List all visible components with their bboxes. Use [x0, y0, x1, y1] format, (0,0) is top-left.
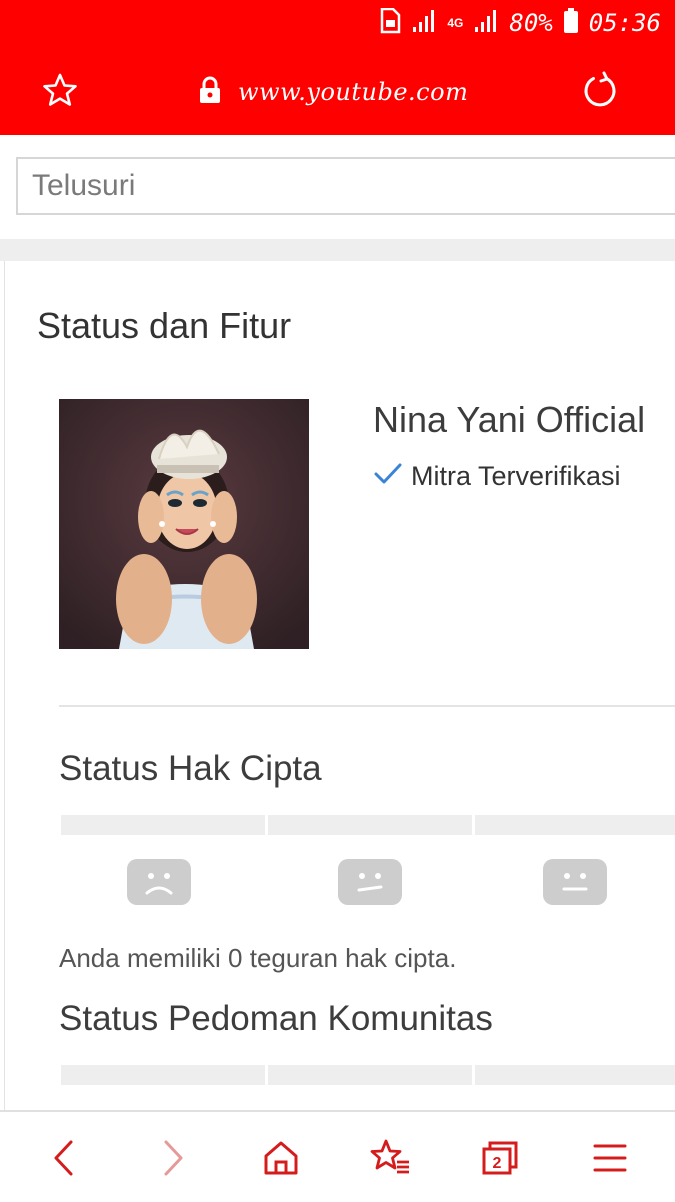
status-card: Status dan Fitur Nina Yani Official Mitr… [4, 261, 675, 1111]
channel-name[interactable]: Nina Yani Official [373, 399, 645, 441]
signal-icon [411, 9, 437, 38]
channel-avatar[interactable] [59, 399, 309, 649]
copyright-strike-bars [61, 815, 675, 835]
menu-icon[interactable] [582, 1130, 638, 1186]
section-gap [0, 239, 675, 261]
forward-icon[interactable] [145, 1130, 201, 1186]
star-icon[interactable] [42, 72, 78, 108]
sad-face-icon [127, 859, 191, 905]
home-icon[interactable] [253, 1130, 309, 1186]
divider [59, 705, 675, 707]
strike-bar-2 [268, 815, 472, 835]
bottom-navigation: 2 [0, 1110, 675, 1202]
address-bar[interactable]: www.youtube.com [198, 72, 468, 112]
copyright-status-title: Status Hak Cipta [59, 749, 322, 788]
search-area: Telusuri [0, 135, 675, 239]
check-icon [373, 461, 403, 492]
page-title: Status dan Fitur [37, 305, 292, 346]
tabs-count: 2 [493, 1155, 502, 1172]
sim-icon [379, 7, 401, 39]
neutral-face-icon [338, 859, 402, 905]
bookmarks-icon[interactable] [362, 1130, 418, 1186]
tabs-icon[interactable]: 2 [472, 1130, 528, 1186]
lock-icon [198, 76, 222, 109]
strike-bar-1 [61, 1065, 265, 1085]
back-icon[interactable] [36, 1130, 92, 1186]
strike-bar-3 [475, 815, 675, 835]
browser-toolbar: 4G 80% 05:36 www.youtube.com [0, 0, 675, 135]
battery-percent: 80% [509, 9, 553, 37]
clock: 05:36 [588, 9, 661, 37]
strike-bar-1 [61, 815, 265, 835]
strike-bar-3 [475, 1065, 675, 1085]
battery-icon [563, 7, 579, 39]
copyright-strike-count: Anda memiliki 0 teguran hak cipta. [59, 943, 457, 973]
community-strike-bars [61, 1065, 675, 1085]
network-type: 4G [447, 16, 464, 30]
strike-bar-2 [268, 1065, 472, 1085]
search-input[interactable]: Telusuri [16, 157, 675, 215]
search-placeholder: Telusuri [32, 169, 136, 202]
verified-badge: Mitra Terverifikasi [373, 461, 621, 492]
url-text: www.youtube.com [238, 78, 469, 106]
community-status-title: Status Pedoman Komunitas [59, 999, 493, 1038]
verified-label: Mitra Terverifikasi [411, 461, 621, 491]
status-bar: 4G 80% 05:36 [379, 7, 661, 39]
signal-icon-2 [473, 9, 499, 38]
reload-icon[interactable] [580, 70, 620, 110]
neutral-face-icon [543, 859, 607, 905]
